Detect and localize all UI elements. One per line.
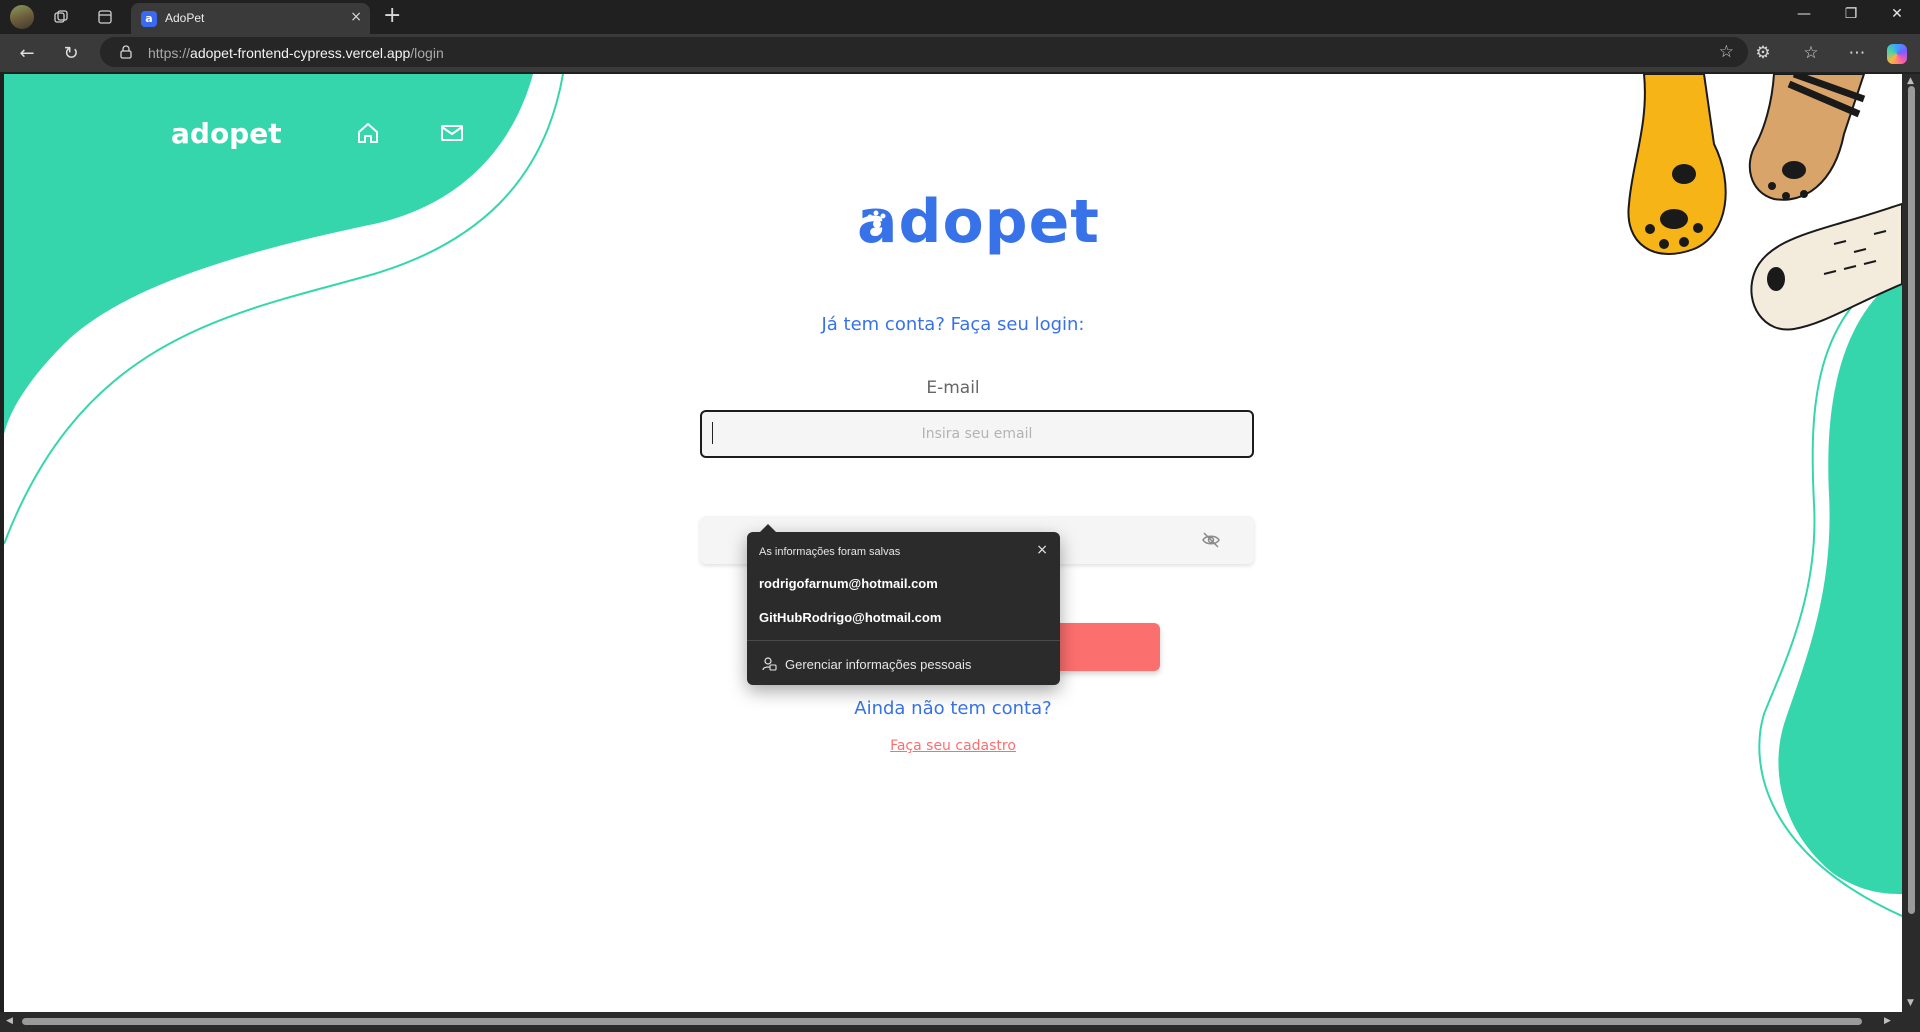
minimize-button[interactable]: — — [1789, 6, 1819, 22]
more-icon[interactable]: ⋯ — [1846, 43, 1868, 63]
page-viewport: adopet adopet Já tem conta? Faça seu log… — [4, 74, 1902, 1012]
restore-button[interactable]: ❐ — [1836, 6, 1866, 22]
close-window-button[interactable]: ✕ — [1882, 6, 1912, 22]
close-icon[interactable]: × — [1036, 542, 1048, 558]
autofill-popup: As informações foram salvas × rodrigofar… — [747, 524, 1060, 685]
lock-icon[interactable] — [120, 45, 132, 59]
header-logo[interactable]: adopet — [171, 117, 289, 151]
new-tab-button[interactable]: + — [383, 4, 401, 28]
refresh-icon[interactable]: ↻ — [60, 43, 82, 64]
autofill-entry[interactable]: GitHubRodrigo@hotmail.com — [759, 610, 941, 625]
copilot-icon[interactable] — [1887, 44, 1907, 64]
no-account-text: Ainda não tem conta? — [854, 698, 1052, 719]
scroll-down-icon[interactable]: ▼ — [1907, 998, 1914, 1008]
manage-info-button[interactable]: Gerenciar informações pessoais — [785, 657, 971, 672]
horizontal-scroll-thumb[interactable] — [22, 1018, 1862, 1025]
tab-close-button[interactable]: × — [350, 9, 362, 25]
favorites-icon[interactable]: ☆ — [1800, 43, 1822, 63]
vertical-scrollbar[interactable]: ▲ ▼ — [1902, 74, 1920, 1012]
horizontal-scrollbar[interactable]: ◀ ▶ — [0, 1012, 1920, 1032]
vertical-scroll-thumb[interactable] — [1908, 86, 1915, 914]
eye-off-icon[interactable] — [1201, 530, 1221, 550]
home-icon[interactable] — [355, 120, 381, 146]
svg-text:adopet: adopet — [171, 117, 282, 150]
adopet-favicon-icon: a — [141, 11, 157, 27]
mail-icon[interactable] — [439, 120, 465, 146]
tab-title: AdoPet — [165, 11, 205, 25]
text-caret — [712, 422, 713, 444]
svg-text:adopet: adopet — [857, 187, 1100, 257]
browser-tab-bar: a AdoPet × + — ❐ ✕ — [0, 0, 1920, 34]
tab-adopet[interactable]: a AdoPet × — [131, 3, 370, 34]
scroll-left-icon[interactable]: ◀ — [6, 1016, 13, 1026]
back-icon[interactable]: ← — [16, 43, 38, 64]
autofill-entry[interactable]: rodrigofarnum@hotmail.com — [759, 576, 938, 591]
profile-avatar[interactable] — [10, 5, 34, 29]
main-logo: adopet — [857, 187, 1100, 257]
extensions-icon[interactable]: ⚙ — [1752, 43, 1774, 63]
tab-actions-icon[interactable] — [94, 6, 116, 28]
signup-link[interactable]: Faça seu cadastro — [4, 738, 1902, 754]
favorite-star-icon[interactable]: ☆ — [1719, 42, 1734, 62]
scroll-up-icon[interactable]: ▲ — [1907, 76, 1914, 86]
popup-divider — [747, 640, 1060, 641]
browser-toolbar: ← ↻ https://adopet-frontend-cypress.verc… — [0, 34, 1920, 72]
address-bar[interactable]: https://adopet-frontend-cypress.vercel.a… — [100, 37, 1748, 67]
login-heading: Já tem conta? Faça seu login: — [821, 314, 1085, 335]
url-text: https://adopet-frontend-cypress.vercel.a… — [148, 45, 444, 61]
popup-arrow — [759, 524, 777, 533]
manage-info-icon — [762, 657, 777, 671]
email-label: E-mail — [926, 378, 980, 398]
workspaces-icon[interactable] — [50, 6, 72, 28]
autofill-title: As informações foram salvas — [759, 546, 901, 558]
email-input[interactable] — [700, 410, 1254, 458]
scroll-right-icon[interactable]: ▶ — [1884, 1016, 1891, 1026]
